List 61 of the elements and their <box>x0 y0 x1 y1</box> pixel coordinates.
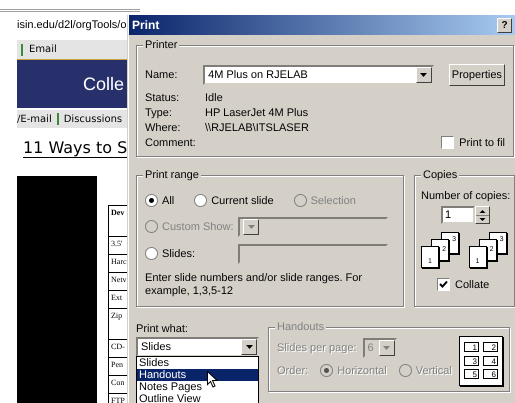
field-label: Slides per page: <box>277 342 356 354</box>
nav-link[interactable]: Email <box>29 44 57 55</box>
checkbox[interactable] <box>437 278 450 291</box>
window-title: Print <box>132 18 160 32</box>
dropdown-button[interactable] <box>243 218 259 234</box>
field-label: Comment: <box>145 136 197 148</box>
nav-link[interactable]: Discussions <box>64 114 122 124</box>
dropdown-item[interactable]: Slides <box>137 357 258 369</box>
radio-label: Current slide <box>211 194 274 206</box>
field-label: Type: <box>145 106 173 118</box>
hint-text: Enter slide numbers and/or slide ranges. For example, 1,3,5-12 <box>145 272 364 298</box>
radio-label: All <box>162 194 174 206</box>
dropdown-button[interactable] <box>241 339 257 355</box>
dropdown-button[interactable] <box>416 67 432 83</box>
checkbox[interactable] <box>441 136 454 149</box>
printer-select[interactable]: 4M Plus on RJELAB <box>203 65 434 85</box>
print-what-select[interactable]: Slides <box>136 337 259 357</box>
slide-number: 4 <box>483 356 498 366</box>
dropdown-item[interactable]: Outline View <box>137 393 258 403</box>
slide-number: 5 <box>464 369 479 380</box>
field-value: HP LaserJet 4M Plus <box>205 106 308 118</box>
copies-input[interactable]: 1 <box>441 206 475 224</box>
checkbox-label: Print to fil <box>459 136 505 148</box>
help-button[interactable]: ? <box>497 18 512 32</box>
field-label: Number of copies: <box>421 190 510 202</box>
radio-label: Custom Show: <box>162 220 234 232</box>
slide-number: 6 <box>483 369 498 380</box>
radio-button[interactable] <box>145 194 158 207</box>
slide-number: 3 <box>464 356 479 366</box>
caret-icon <box>420 73 428 77</box>
radio-button[interactable] <box>194 194 208 207</box>
spin-button[interactable] <box>475 206 490 224</box>
group-title: Copies <box>421 169 460 181</box>
cursor-icon <box>207 371 218 388</box>
properties-button[interactable]: Properties <box>448 64 505 86</box>
field-label: Order: <box>277 364 308 376</box>
field-label: Name: <box>145 69 178 81</box>
field-value: \\RJELAB\ITSLASER <box>205 122 309 134</box>
address-bar[interactable]: isin.edu/d2l/orgTools/o <box>17 18 132 33</box>
radio-label: Vertical <box>416 364 452 376</box>
group-title: Printer <box>143 39 180 51</box>
nav-link[interactable]: /E-mail <box>17 114 52 124</box>
slide-number: 1 <box>464 342 479 352</box>
caret-icon <box>248 224 254 228</box>
slide-number: 2 <box>483 342 498 352</box>
caret-icon <box>383 346 390 350</box>
field-value: Idle <box>205 92 223 104</box>
group-title: Print range <box>143 169 201 181</box>
field-label: Status: <box>145 92 180 104</box>
radio-button[interactable] <box>145 247 158 260</box>
group-title: Handouts <box>275 321 326 333</box>
caret-icon <box>246 345 252 349</box>
field-label: Where: <box>145 122 182 134</box>
radio-label: Slides: <box>162 248 196 260</box>
banner-title: Colle <box>82 74 124 94</box>
dropdown-item[interactable]: Notes Pages <box>137 381 258 393</box>
field-label: Print what: <box>136 323 189 337</box>
slides-input[interactable] <box>238 244 388 264</box>
checkbox-label: Collate <box>455 278 490 290</box>
radio-label: Horizontal <box>337 364 387 376</box>
radio-label: Selection <box>310 194 356 206</box>
